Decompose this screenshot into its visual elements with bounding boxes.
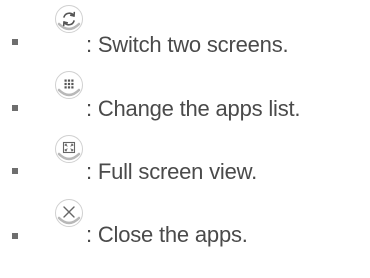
- bullet: [12, 39, 18, 45]
- icon-description: Switch two screens.: [97, 32, 289, 57]
- icon-description-separator: :: [86, 222, 98, 247]
- list-item: : Full screen view.: [0, 134, 370, 184]
- bullet: [12, 233, 18, 239]
- list-item: : Switch two screens.: [0, 4, 370, 57]
- icon-description-separator: :: [86, 159, 98, 184]
- icon-description-separator: :: [86, 32, 98, 57]
- switch-screens-icon: [54, 4, 84, 34]
- apps-grid-icon: [54, 70, 84, 100]
- full-screen-icon: [54, 134, 84, 164]
- close-icon: [54, 198, 84, 228]
- icon-description-separator: :: [86, 96, 98, 121]
- bullet: [12, 168, 18, 174]
- bullet: [12, 105, 18, 111]
- list-item: : Close the apps.: [0, 198, 370, 247]
- icon-description: Full screen view.: [97, 159, 258, 184]
- icon-description: Close the apps.: [97, 222, 248, 247]
- icon-description: Change the apps list.: [97, 96, 301, 121]
- list-item: : Change the apps list.: [0, 70, 370, 121]
